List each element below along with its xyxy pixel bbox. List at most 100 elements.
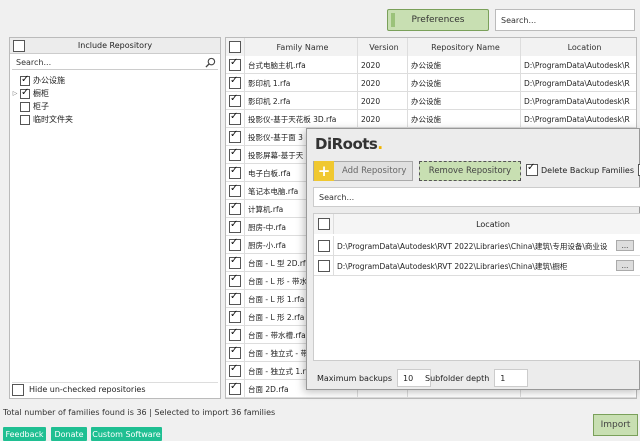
hide-unchecked-checkbox[interactable] (12, 383, 24, 396)
table-row[interactable]: 台式电脑主机.rfa2020办公设施D:\ProgramData\Autodes… (226, 56, 636, 74)
hide-unchecked-option[interactable]: Hide un-checked repositories (12, 382, 218, 396)
repository-checkbox[interactable] (20, 87, 30, 99)
row-checkbox[interactable] (229, 111, 241, 125)
delete-backup-option[interactable]: Delete Backup Families (526, 162, 640, 176)
repository-name-cell: 办公设施 (408, 92, 521, 110)
include-all-checkbox[interactable] (13, 40, 25, 52)
column-repository-name[interactable]: Repository Name (408, 38, 521, 56)
repository-row[interactable]: D:\ProgramData\Autodesk\RVT 2022\Librari… (314, 256, 640, 276)
row-checkbox[interactable] (229, 57, 241, 71)
table-row[interactable]: 投影仪-基于天花板 3D.rfa2020办公设施D:\ProgramData\A… (226, 110, 636, 128)
feedback-button[interactable]: Feedback (3, 427, 46, 441)
max-backups-label: Maximum backups (317, 373, 393, 383)
search-input[interactable]: Search... (495, 9, 635, 31)
row-checkbox[interactable] (229, 273, 241, 287)
browse-button[interactable]: ... (616, 260, 634, 271)
row-checkbox[interactable] (229, 129, 241, 143)
column-repo-location[interactable]: Location (334, 214, 640, 234)
column-version[interactable]: Version (358, 38, 408, 56)
column-family-name[interactable]: Family Name (245, 38, 358, 56)
row-checkbox-cell (226, 308, 245, 326)
include-repository-label: Include Repository (77, 41, 153, 50)
repository-list-header: Location (314, 214, 640, 234)
repository-item-label: 办公设施 (33, 76, 65, 85)
table-row[interactable]: 影印机 2.rfa2020办公设施D:\ProgramData\Autodesk… (226, 92, 636, 110)
repository-tree-item[interactable]: 柜子 (10, 100, 49, 113)
repository-list: Location D:\ProgramData\Autodesk\RVT 202… (313, 213, 640, 361)
remove-repository-button[interactable]: Remove Repository (419, 161, 521, 181)
row-checkbox[interactable] (229, 147, 241, 161)
row-checkbox-cell (226, 164, 245, 182)
row-checkbox[interactable] (229, 219, 241, 233)
subfolder-depth-input[interactable]: 1 (494, 369, 529, 387)
row-checkbox[interactable] (229, 345, 241, 359)
expand-arrow-icon[interactable]: ▷ (10, 90, 20, 97)
repo-select-all-checkbox[interactable] (317, 218, 330, 230)
max-backups-field: Maximum backups 10 (317, 369, 432, 387)
repository-name-cell: 办公设施 (408, 74, 521, 92)
custom-software-button[interactable]: Custom Software (91, 427, 162, 441)
row-checkbox[interactable] (229, 165, 241, 179)
repository-checkbox[interactable] (20, 101, 30, 112)
row-checkbox[interactable] (229, 309, 241, 323)
browse-button[interactable]: ... (616, 240, 634, 251)
family-name-cell: 影印机 1.rfa (245, 74, 358, 92)
table-header: Family Name Version Repository Name Loca… (226, 38, 636, 56)
row-checkbox[interactable] (229, 363, 241, 377)
family-name-cell: 影印机 2.rfa (245, 92, 358, 110)
row-checkbox-cell (226, 218, 245, 236)
version-cell: 2020 (358, 92, 408, 110)
donate-button[interactable]: Donate (51, 427, 87, 441)
table-row[interactable]: 影印机 1.rfa2020办公设施D:\ProgramData\Autodesk… (226, 74, 636, 92)
logo-dot: . (377, 135, 383, 153)
repository-tree-item[interactable]: 办公设施 (10, 74, 65, 87)
repository-item-label: 临时文件夹 (33, 115, 73, 124)
repository-row-checkbox-cell (314, 236, 334, 256)
family-name-cell: 台式电脑主机.rfa (245, 56, 358, 74)
repository-checkbox[interactable] (20, 74, 30, 86)
location-cell: D:\ProgramData\Autodesk\R (521, 92, 636, 110)
row-checkbox-cell (226, 74, 245, 92)
repository-search-input[interactable]: Search... (12, 56, 218, 70)
repository-row-checkbox-cell (314, 256, 334, 276)
delete-backup-label: Delete Backup Families (541, 165, 635, 175)
preferences-button[interactable]: Preferences (387, 9, 489, 31)
row-checkbox[interactable] (229, 183, 241, 197)
row-checkbox[interactable] (229, 255, 241, 269)
import-button[interactable]: Import (593, 414, 638, 436)
repository-checkbox[interactable] (20, 114, 30, 125)
row-checkbox-cell (226, 92, 245, 110)
row-checkbox-cell (226, 146, 245, 164)
repository-path: D:\ProgramData\Autodesk\RVT 2022\Librari… (337, 241, 608, 251)
repository-tree-item[interactable]: ▷ 橱柜 (10, 87, 49, 100)
delete-backup-checkbox[interactable] (526, 162, 538, 176)
row-checkbox[interactable] (229, 75, 241, 89)
repository-row[interactable]: D:\ProgramData\Autodesk\RVT 2022\Librari… (314, 236, 640, 256)
row-checkbox-cell (226, 200, 245, 218)
add-repository-button[interactable]: + Add Repository (313, 161, 413, 181)
location-cell: D:\ProgramData\Autodesk\R (521, 110, 636, 128)
row-checkbox[interactable] (229, 381, 241, 395)
row-checkbox[interactable] (229, 291, 241, 305)
row-checkbox-cell (226, 290, 245, 308)
search-placeholder: Search... (501, 15, 537, 25)
repository-row-checkbox[interactable] (317, 260, 330, 272)
repository-path: D:\ProgramData\Autodesk\RVT 2022\Librari… (337, 261, 568, 271)
subfolder-depth-field: Subfolder depth 1 (425, 369, 529, 387)
repository-manager-dialog: DiRoots. + Add Repository Remove Reposit… (306, 128, 640, 390)
select-all-checkbox[interactable] (229, 41, 241, 53)
repository-tree-item[interactable]: 临时文件夹 (10, 113, 73, 126)
repository-name-cell: 办公设施 (408, 56, 521, 74)
repository-row-checkbox[interactable] (317, 240, 330, 252)
row-checkbox-cell (226, 236, 245, 254)
search-icon (205, 57, 216, 68)
row-checkbox-cell (226, 128, 245, 146)
repository-item-label: 橱柜 (33, 89, 49, 98)
row-checkbox[interactable] (229, 93, 241, 107)
column-location[interactable]: Location (521, 38, 636, 56)
row-checkbox-cell (226, 344, 245, 362)
row-checkbox[interactable] (229, 327, 241, 341)
popup-search-input[interactable]: Search... (313, 187, 640, 207)
row-checkbox[interactable] (229, 201, 241, 215)
row-checkbox[interactable] (229, 237, 241, 251)
